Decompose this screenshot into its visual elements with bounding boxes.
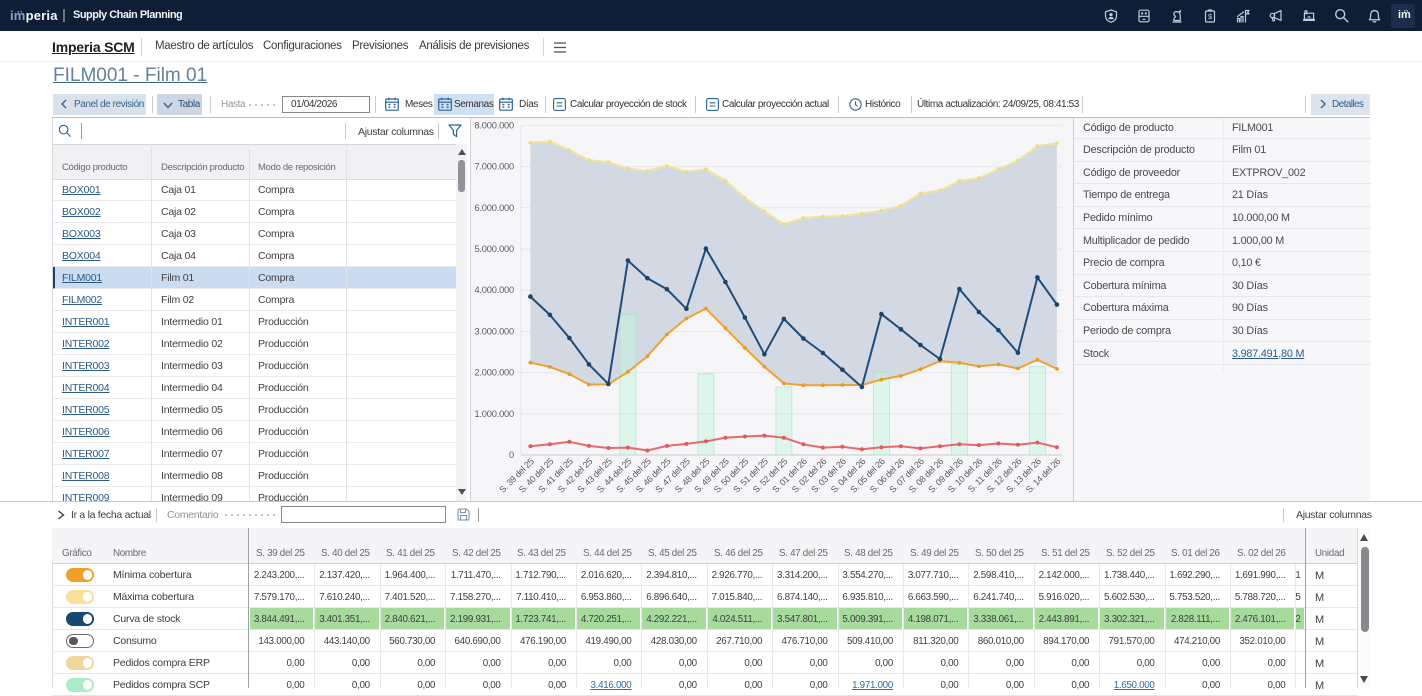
svg-text:$: $ [1208, 12, 1213, 21]
svg-text:3.000.000: 3.000.000 [474, 326, 514, 336]
svg-text:6.000.000: 6.000.000 [474, 203, 514, 213]
svg-text:0: 0 [509, 450, 514, 460]
svg-text:4.000.000: 4.000.000 [474, 285, 514, 295]
svg-text:1.000.000: 1.000.000 [474, 409, 514, 419]
svg-text:8.000.000: 8.000.000 [474, 120, 514, 130]
svg-text:7.000.000: 7.000.000 [474, 162, 514, 172]
svg-text:5.000.000: 5.000.000 [474, 244, 514, 254]
svg-text:2.000.000: 2.000.000 [474, 368, 514, 378]
